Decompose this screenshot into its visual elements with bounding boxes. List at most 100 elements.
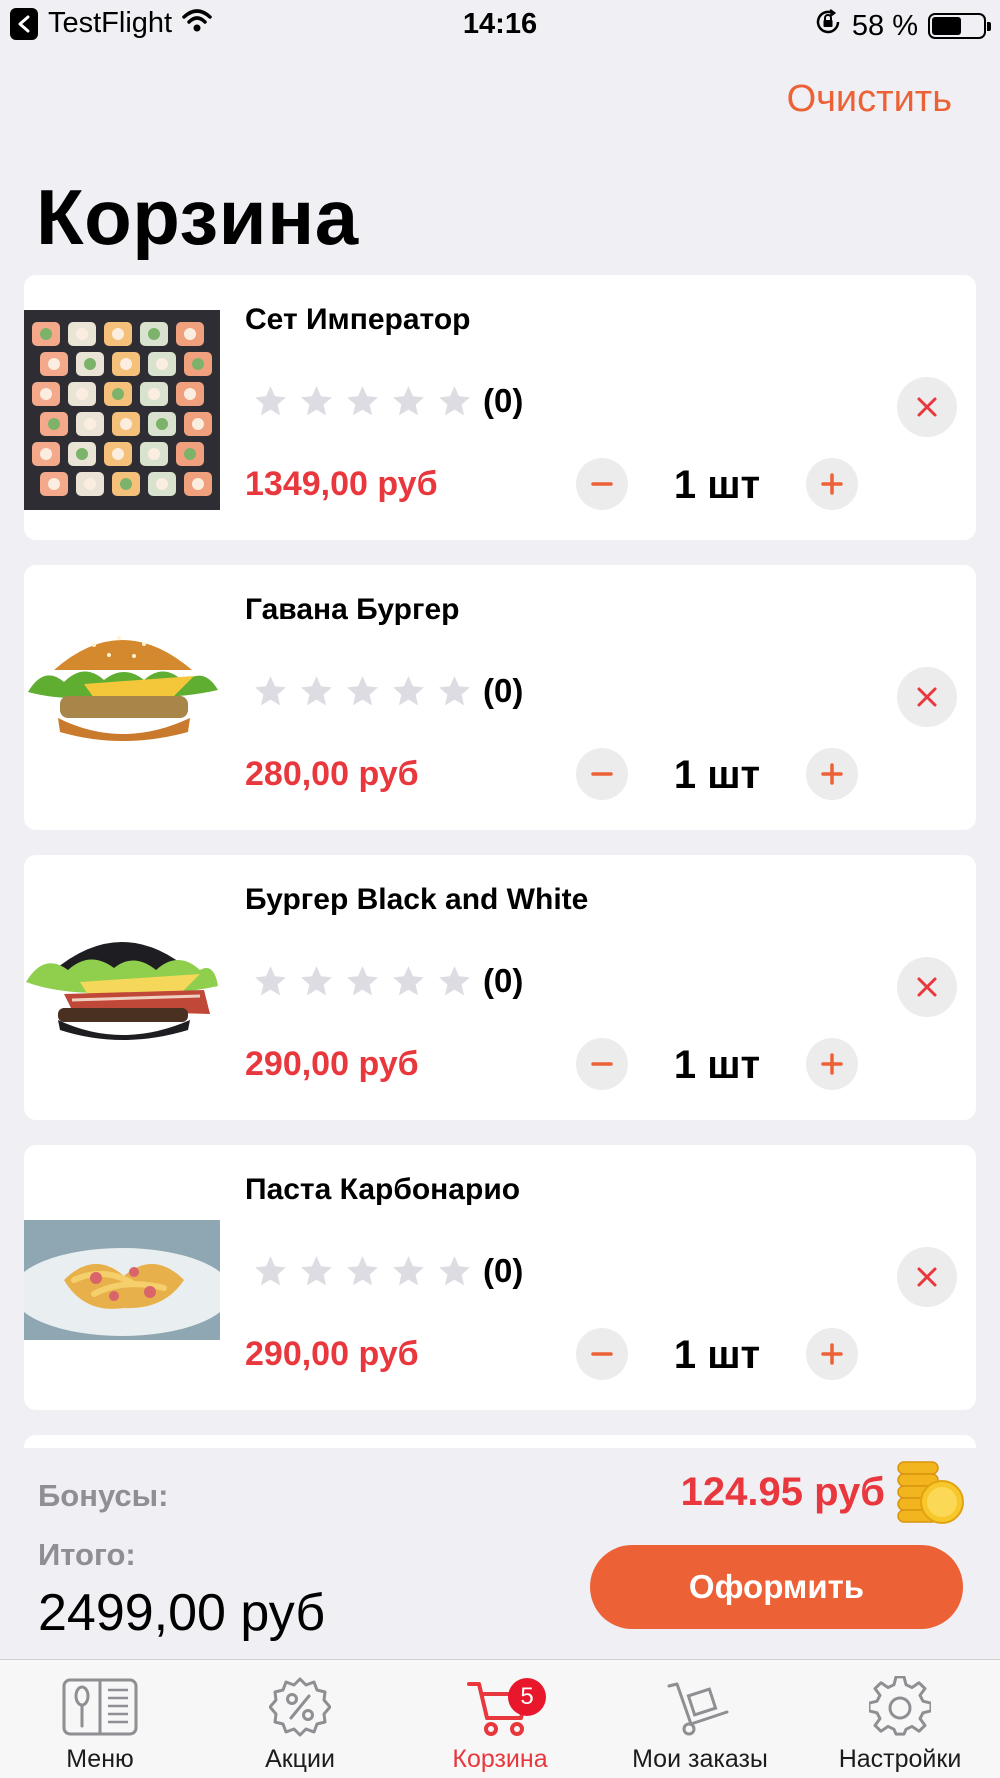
item-price: 290,00 руб (245, 1045, 419, 1083)
item-name[interactable]: Бургер Black and White (245, 883, 588, 917)
back-app-name[interactable]: TestFlight (48, 7, 172, 40)
decrease-qty-button[interactable] (576, 1328, 628, 1380)
star-icon (255, 965, 286, 995)
close-icon (917, 397, 937, 417)
tab-settings[interactable]: Настройки (800, 1660, 1000, 1778)
plus-icon (821, 763, 843, 785)
star-icon (393, 675, 424, 705)
orientation-lock-icon (814, 8, 842, 44)
tab-my-orders[interactable]: Мои заказы (600, 1660, 800, 1778)
item-rating: (0) (252, 1252, 523, 1290)
battery-percent: 58 % (851, 9, 918, 42)
rating-count: (0) (483, 1252, 524, 1289)
close-icon (917, 687, 937, 707)
increase-qty-button[interactable] (806, 458, 858, 510)
gear-icon (862, 1674, 938, 1740)
item-price: 280,00 руб (245, 755, 419, 793)
minus-icon (591, 1352, 613, 1356)
tab-menu[interactable]: Меню (0, 1660, 200, 1778)
pasta-image (24, 1180, 220, 1380)
increase-qty-button[interactable] (806, 1038, 858, 1090)
star-icon (347, 675, 378, 705)
star-icon (393, 965, 424, 995)
black-burger-image (24, 890, 220, 1090)
back-to-app-icon[interactable] (10, 7, 38, 40)
remove-item-button[interactable] (897, 667, 957, 727)
tab-label: Меню (66, 1745, 134, 1773)
rating-stars (252, 673, 473, 710)
cart-item-partial[interactable] (24, 1435, 976, 1448)
status-bar-right: 58 % (814, 8, 991, 44)
star-icon (347, 965, 378, 995)
cart-list[interactable]: Сет Император (0) 1349,00 руб 1 шт Гаван… (24, 275, 976, 1448)
star-icon (255, 675, 286, 705)
plus-icon (821, 1053, 843, 1075)
cart-item[interactable]: Гавана Бургер (0) 280,00 руб 1 шт (24, 565, 976, 830)
star-icon (439, 385, 470, 415)
item-price: 1349,00 руб (245, 465, 438, 503)
rating-count: (0) (483, 672, 524, 709)
decrease-qty-button[interactable] (576, 748, 628, 800)
plus-icon (821, 1343, 843, 1365)
tab-label: Настройки (838, 1745, 962, 1773)
tab-cart[interactable]: 5 Корзина (400, 1660, 600, 1778)
menu-book-icon (62, 1674, 138, 1740)
item-name[interactable]: Сет Император (245, 303, 471, 337)
cart-item[interactable]: Сет Император (0) 1349,00 руб 1 шт (24, 275, 976, 540)
tab-bar: Меню Акции 5 Корзина Мои заказы Настройк… (0, 1659, 1000, 1778)
tab-label: Мои заказы (632, 1745, 768, 1773)
checkout-button[interactable]: Оформить (590, 1545, 963, 1629)
battery-level (932, 17, 961, 35)
star-icon (393, 385, 424, 415)
percent-badge-icon (262, 1674, 338, 1740)
star-icon (439, 675, 470, 705)
battery-icon (928, 13, 991, 39)
item-quantity: 1 шт (673, 463, 761, 507)
status-bar-left: TestFlight (10, 7, 212, 40)
total-value: 2499,00 руб (38, 1584, 326, 1642)
cart-item[interactable]: Паста Карбонарио (0) 290,00 руб 1 шт (24, 1145, 976, 1410)
bonus-label: Бонусы: (38, 1478, 169, 1513)
remove-item-button[interactable] (897, 957, 957, 1017)
tab-promotions[interactable]: Акции (200, 1660, 400, 1778)
decrease-qty-button[interactable] (576, 458, 628, 510)
star-icon (439, 1255, 470, 1285)
close-icon (917, 977, 937, 997)
star-icon (255, 385, 286, 415)
status-bar: TestFlight 14:16 58 % (0, 0, 1000, 50)
clear-cart-button[interactable]: Очистить (787, 78, 952, 121)
rating-stars (252, 1253, 473, 1290)
page-title: Корзина (36, 173, 359, 261)
remove-item-button[interactable] (897, 1247, 957, 1307)
cart-icon: 5 (462, 1674, 546, 1740)
item-name[interactable]: Гавана Бургер (245, 593, 459, 627)
star-icon (301, 385, 332, 415)
minus-icon (591, 1062, 613, 1066)
cart-badge: 5 (508, 1678, 546, 1716)
item-quantity: 1 шт (673, 753, 761, 797)
item-name[interactable]: Паста Карбонарио (245, 1173, 520, 1207)
rating-count: (0) (483, 962, 524, 999)
item-rating: (0) (252, 382, 523, 420)
burger-image (24, 600, 220, 800)
star-icon (347, 1255, 378, 1285)
remove-item-button[interactable] (897, 377, 957, 437)
tab-label: Акции (265, 1745, 335, 1773)
rating-stars (252, 963, 473, 1000)
star-icon (301, 965, 332, 995)
minus-icon (591, 772, 613, 776)
star-icon (393, 1255, 424, 1285)
decrease-qty-button[interactable] (576, 1038, 628, 1090)
total-label: Итого: (38, 1537, 136, 1572)
increase-qty-button[interactable] (806, 748, 858, 800)
rating-count: (0) (483, 382, 524, 419)
bonus-value: 124.95 руб (680, 1470, 885, 1514)
item-quantity: 1 шт (673, 1333, 761, 1377)
item-quantity: 1 шт (673, 1043, 761, 1087)
cart-item[interactable]: Бургер Black and White (0) 290,00 руб 1 … (24, 855, 976, 1120)
coins-icon (896, 1460, 966, 1526)
item-rating: (0) (252, 672, 523, 710)
rating-stars (252, 383, 473, 420)
increase-qty-button[interactable] (806, 1328, 858, 1380)
tab-label: Корзина (452, 1745, 548, 1773)
